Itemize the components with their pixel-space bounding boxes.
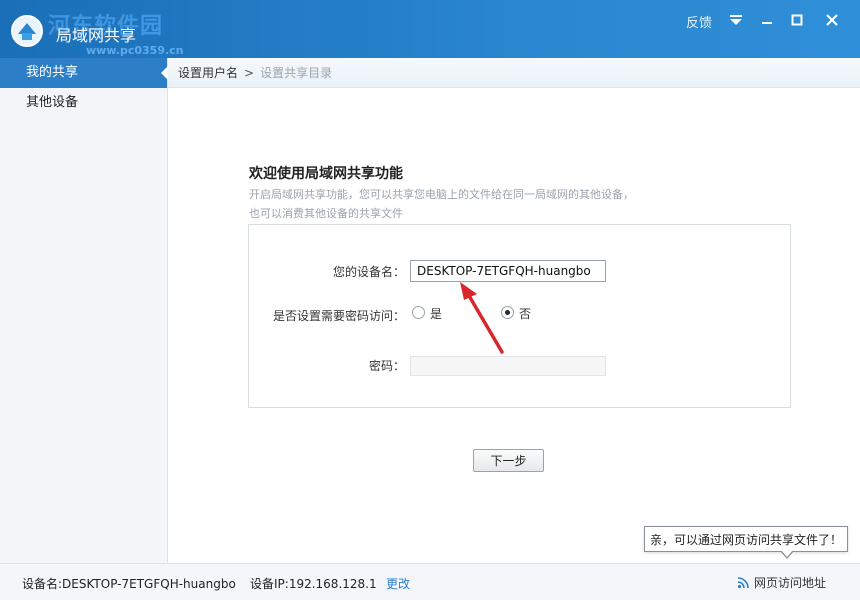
app-window: 河东软件园 www.pc0359.cn 局域网共享 反馈 我的共享 其他设备 设… (0, 0, 860, 600)
menu-icon[interactable] (724, 9, 748, 31)
radio-yes[interactable] (412, 306, 425, 319)
status-device-ip: 设备IP:192.168.128.1 (250, 577, 377, 591)
breadcrumb-separator: > (244, 65, 255, 80)
web-access-tooltip: 亲，可以通过网页访问共享文件了！ (644, 526, 848, 552)
maximize-icon[interactable] (785, 9, 809, 31)
annotation-arrow-icon (460, 282, 504, 354)
welcome-description: 开启局域网共享功能，您可以共享您电脑上的文件给在同一局域网的其他设备， 也可以消… (249, 185, 689, 223)
close-icon[interactable] (820, 9, 844, 31)
breadcrumb-current: 设置用户名 (178, 66, 239, 80)
app-title: 局域网共享 (56, 26, 137, 45)
radio-no-label: 否 (519, 307, 532, 321)
app-logo-icon (11, 15, 43, 47)
status-device-name: 设备名:DESKTOP-7ETGFQH-huangbo (22, 577, 236, 591)
sidebar: 我的共享 其他设备 (0, 58, 168, 563)
welcome-desc-line-1: 开启局域网共享功能，您可以共享您电脑上的文件给在同一局域网的其他设备， (249, 188, 634, 201)
web-access-label: 网页访问地址 (754, 576, 827, 590)
rss-icon (737, 577, 749, 589)
change-link[interactable]: 更改 (386, 575, 410, 592)
sidebar-item-label: 我的共享 (26, 65, 79, 80)
web-access-link[interactable]: 网页访问地址 (737, 574, 826, 591)
title-bar: 河东软件园 www.pc0359.cn 局域网共享 反馈 (0, 0, 860, 58)
breadcrumb-next: 设置共享目录 (260, 66, 333, 80)
active-notch (161, 66, 168, 80)
tooltip-tail-inner (781, 550, 793, 557)
welcome-desc-line-2: 也可以消费其他设备的共享文件 (249, 207, 403, 220)
password-label: 密码： (368, 359, 405, 373)
next-step-button[interactable]: 下一步 (473, 449, 544, 472)
status-bar: 设备名:DESKTOP-7ETGFQH-huangbo 设备IP:192.168… (0, 563, 860, 600)
sidebar-item-my-share[interactable]: 我的共享 (0, 58, 168, 88)
device-name-input[interactable] (410, 260, 606, 282)
minimize-icon[interactable] (755, 9, 779, 31)
sidebar-item-label: 其他设备 (26, 95, 79, 110)
device-name-label: 您的设备名： (332, 265, 405, 279)
breadcrumb: 设置用户名 > 设置共享目录 (168, 58, 860, 88)
sidebar-item-other-devices[interactable]: 其他设备 (0, 88, 167, 118)
welcome-title: 欢迎使用局域网共享功能 (249, 166, 403, 182)
radio-yes-label: 是 (430, 307, 443, 321)
password-question-label: 是否设置需要密码访问： (272, 309, 405, 323)
feedback-button[interactable]: 反馈 (686, 12, 712, 31)
